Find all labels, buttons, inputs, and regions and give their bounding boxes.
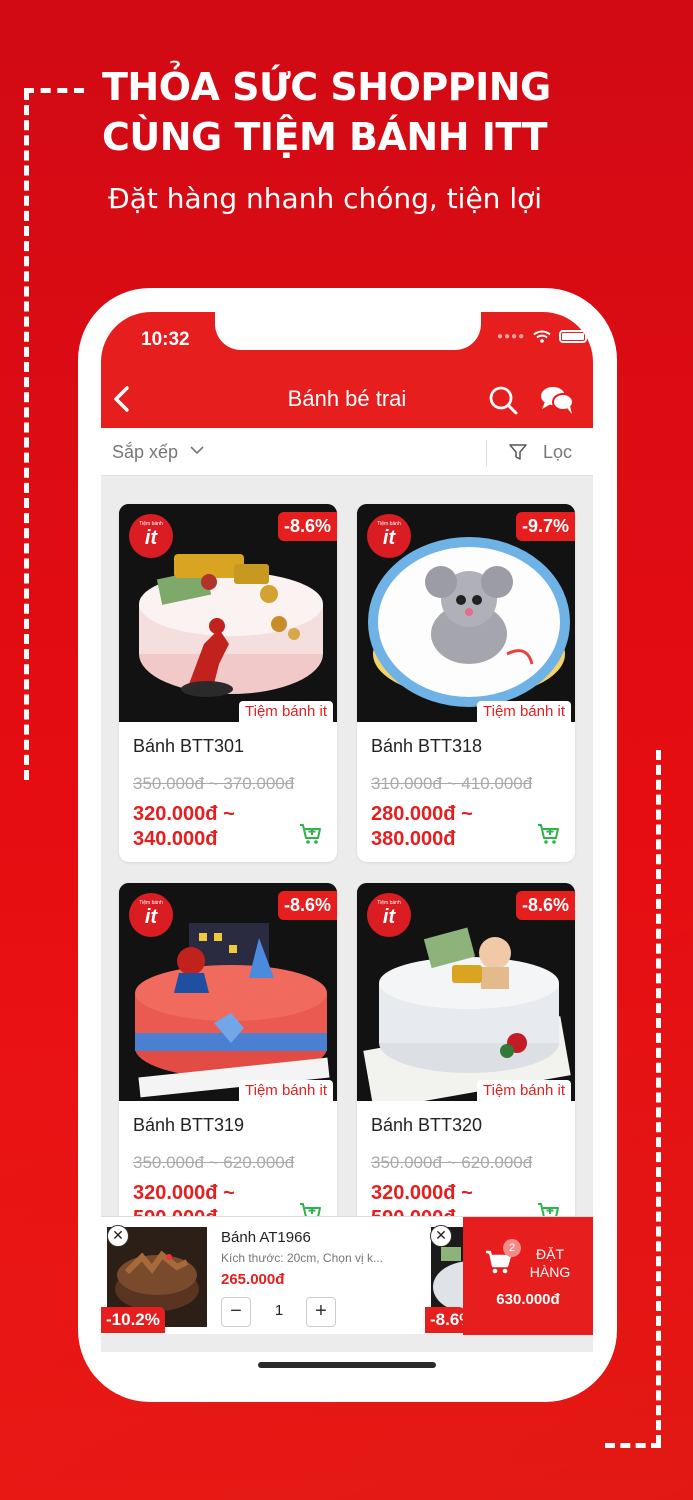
phone-notch: [215, 312, 481, 350]
original-price: 350.000đ ~ 370.000đ: [133, 774, 295, 793]
chevron-down-icon[interactable]: [189, 442, 205, 458]
shop-logo: Tiệm bánh it: [129, 893, 173, 937]
cart-count-badge: 2: [503, 1239, 521, 1257]
cart-item-name: Bánh AT1966: [221, 1229, 311, 1246]
sale-price: 280.000đ ~ 380.000đ: [371, 803, 473, 850]
app-header: 10:32 ●●●● Bánh bé trai: [101, 312, 593, 428]
product-name[interactable]: Bánh BTT319: [133, 1115, 244, 1136]
original-price: 350.000đ ~ 620.000đ: [133, 1153, 295, 1172]
discount-badge: -8.6%: [277, 891, 337, 920]
product-image[interactable]: Tiệm bánh it -8.6% Tiệm bánh it: [357, 883, 575, 1101]
promo-headline-line-1: THỎA SỨC SHOPPING: [102, 65, 551, 109]
chat-icon[interactable]: [539, 384, 575, 416]
signal-icon: ●●●●: [497, 331, 526, 342]
status-time: 10:32: [141, 329, 190, 350]
shop-logo: Tiệm bánh it: [367, 893, 411, 937]
promo-headline-line-2: CÙNG TIỆM BÁNH ITT: [102, 115, 548, 159]
place-order-label: ĐẶT HÀNG: [529, 1246, 571, 1280]
battery-icon: [559, 330, 588, 343]
product-name[interactable]: Bánh BTT301: [133, 736, 244, 757]
discount-badge: -8.6%: [425, 1307, 465, 1333]
discount-badge: -10.2%: [101, 1307, 165, 1333]
product-image[interactable]: Tiệm bánh it -9.7% Tiệm bánh it: [357, 504, 575, 722]
add-to-cart-icon[interactable]: [537, 822, 561, 846]
home-indicator: [258, 1362, 436, 1368]
original-price: 310.000đ ~ 410.000đ: [371, 774, 533, 793]
product-card[interactable]: Tiệm bánh it -8.6% Tiệm bánh it Bánh BTT3…: [357, 883, 575, 1241]
filter-icon[interactable]: [509, 443, 527, 461]
product-name[interactable]: Bánh BTT318: [371, 736, 482, 757]
dashed-border-bottom-right: [605, 1443, 661, 1448]
promo-headline: THỎA SỨC SHOPPING CÙNG TIỆM BÁNH ITT: [102, 62, 551, 162]
shop-logo: Tiệm bánh it: [129, 514, 173, 558]
filter-button[interactable]: Lọc: [543, 442, 572, 463]
promo-tagline: Đặt hàng nhanh chóng, tiện lợi: [108, 182, 543, 215]
cart-preview-bar: ✕ -10.2% Bánh AT1966 Kích thước: 20cm, C…: [101, 1216, 593, 1335]
cart-item-price: 265.000đ: [221, 1271, 285, 1288]
dashed-border-right: [656, 750, 661, 1445]
discount-badge: -9.7%: [515, 512, 575, 541]
product-image[interactable]: Tiệm bánh it -8.6% Tiệm bánh it: [119, 504, 337, 722]
add-to-cart-icon[interactable]: [299, 822, 323, 846]
status-icons: ●●●●: [497, 330, 588, 343]
shop-watermark: Tiệm bánh it: [239, 1080, 333, 1101]
quantity-increase-button[interactable]: +: [306, 1297, 336, 1327]
dashed-border-top-left: [24, 88, 84, 93]
quantity-value: 1: [274, 1302, 284, 1319]
product-card[interactable]: Tiệm bánh it -8.6% Tiệm bánh it Bánh BTT3…: [119, 883, 337, 1241]
original-price: 350.000đ ~ 620.000đ: [371, 1153, 533, 1172]
filter-bar: Sắp xếp Lọc: [101, 428, 593, 476]
search-icon[interactable]: [487, 384, 519, 416]
app-screen: 10:32 ●●●● Bánh bé trai Sắp xếp Lọc Tiệm…: [101, 312, 593, 1352]
shop-watermark: Tiệm bánh it: [477, 1080, 571, 1101]
discount-badge: -8.6%: [277, 512, 337, 541]
shop-logo: Tiệm bánh it: [367, 514, 411, 558]
divider: [486, 440, 487, 466]
remove-item-button[interactable]: ✕: [107, 1225, 129, 1247]
sale-price: 320.000đ ~ 340.000đ: [133, 803, 235, 850]
page-title: Bánh bé trai: [287, 386, 407, 411]
place-order-button[interactable]: 2 ĐẶT HÀNG 630.000đ: [463, 1217, 593, 1335]
product-card[interactable]: Tiệm bánh it -9.7% Tiệm bánh it Bánh BTT3…: [357, 504, 575, 862]
remove-item-button[interactable]: ✕: [430, 1225, 452, 1247]
shop-watermark: Tiệm bánh it: [477, 701, 571, 722]
discount-badge: -8.6%: [515, 891, 575, 920]
quantity-decrease-button[interactable]: −: [221, 1297, 251, 1327]
sort-dropdown[interactable]: Sắp xếp: [112, 442, 178, 463]
product-card[interactable]: Tiệm bánh it -8.6% Tiệm bánh it Bánh BTT3…: [119, 504, 337, 862]
cart-item-options: Kích thước: 20cm, Chọn vị k...: [221, 1251, 383, 1265]
product-image[interactable]: Tiệm bánh it -8.6% Tiệm bánh it: [119, 883, 337, 1101]
product-name[interactable]: Bánh BTT320: [371, 1115, 482, 1136]
shop-watermark: Tiệm bánh it: [239, 701, 333, 722]
cart-total: 630.000đ: [496, 1291, 560, 1308]
wifi-icon: [533, 330, 551, 343]
dashed-border-left: [24, 90, 29, 780]
